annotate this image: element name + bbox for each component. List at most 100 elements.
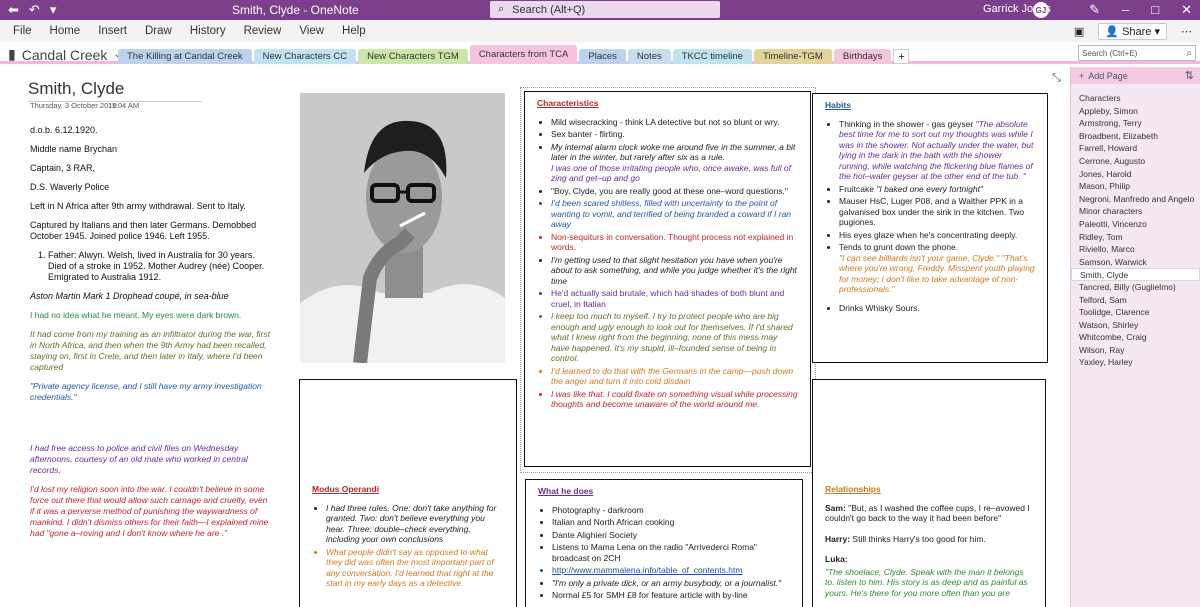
section-tab[interactable]: New Characters TGM bbox=[358, 49, 468, 64]
global-search-input[interactable]: ⌕ Search (Alt+Q) bbox=[490, 1, 720, 18]
list-item: Tends to grunt down the phone."I can see… bbox=[839, 242, 1035, 295]
notebook-bar: ▮ Candal Creek ⌄ The Killing at Candal C… bbox=[0, 42, 1200, 64]
modus-operandi-box[interactable]: Modus Operandi I had three rules. One: d… bbox=[299, 379, 517, 607]
title-bar: ⬅ ↶ ▾ Smith, Clyde - OneNote ⌕ Search (A… bbox=[0, 0, 1200, 20]
section-tab[interactable]: TKCC timeline bbox=[672, 49, 752, 64]
list-item: I'd learned to do that with the Germans … bbox=[551, 366, 798, 387]
police-text: D.S. Waverly Police bbox=[30, 182, 110, 192]
list-item: I was like that. I could fixate on somet… bbox=[551, 389, 798, 410]
section-tab[interactable]: Characters from TCA bbox=[469, 45, 578, 64]
close-icon[interactable]: ✕ bbox=[1181, 2, 1192, 18]
menu-file[interactable]: File bbox=[4, 25, 41, 37]
add-page-button[interactable]: + Add Page ⇅ bbox=[1071, 67, 1200, 84]
menu-draw[interactable]: Draw bbox=[136, 25, 181, 37]
list-item: I'd been scared shitless, filled with un… bbox=[551, 198, 798, 230]
menu-review[interactable]: Review bbox=[235, 25, 291, 37]
page-list-item[interactable]: Armstrong, Terry bbox=[1071, 117, 1200, 130]
mammalena-link[interactable]: http://www.mammalena.info/table_of_conte… bbox=[552, 565, 790, 576]
add-section-button[interactable]: + bbox=[893, 49, 910, 64]
notebook-view-icon[interactable]: ▣ bbox=[1074, 25, 1084, 38]
back-icon[interactable]: ⬅ bbox=[8, 2, 19, 18]
minimize-icon[interactable]: – bbox=[1122, 2, 1129, 18]
section-tab[interactable]: Places bbox=[579, 49, 626, 64]
page-list-item[interactable]: Characters bbox=[1071, 92, 1200, 105]
portrait-illustration bbox=[300, 93, 505, 363]
menu-home[interactable]: Home bbox=[41, 25, 90, 37]
page-list-item[interactable]: Toolidge, Clarence bbox=[1071, 306, 1200, 319]
what-he-does-list: Photography - darkroom Italian and North… bbox=[552, 505, 790, 601]
list-item: Listens to Mama Lena on the radio "Arriv… bbox=[552, 542, 790, 563]
pen-icon[interactable]: ✎ bbox=[1089, 2, 1100, 18]
list-item: Mauser HsC, Luger P08, and a Walther PPK… bbox=[839, 196, 1035, 228]
notebook-selector[interactable]: ▮ Candal Creek ⌄ bbox=[8, 46, 122, 63]
list-item: Drinks Whisky Sours. bbox=[839, 303, 1035, 314]
africa-text: Left in N Africa after 9th army withdraw… bbox=[30, 201, 246, 211]
section-tab[interactable]: Timeline-TGM bbox=[753, 49, 832, 64]
list-item: I'm getting used to that slight hesitati… bbox=[551, 255, 798, 287]
list-item: "I'm only a private dick, or an army bus… bbox=[552, 578, 790, 589]
section-tab[interactable]: Birthdays bbox=[833, 49, 892, 64]
relationship-harry: Harry: Still thinks Harry's too good for… bbox=[825, 533, 986, 544]
character-photo[interactable] bbox=[300, 93, 505, 363]
page-list-item[interactable]: Ridley, Tom bbox=[1071, 231, 1200, 244]
what-he-does-box[interactable]: What he does Photography - darkroom Ital… bbox=[525, 479, 803, 607]
section-tab[interactable]: Notes bbox=[627, 49, 671, 64]
characteristics-list: Mild wisecracking - think LA detective b… bbox=[551, 117, 798, 410]
undo-icon[interactable]: ↶ bbox=[29, 2, 40, 18]
modus-list: I had three rules. One: don't take anyth… bbox=[326, 503, 504, 589]
page-title[interactable]: Smith, Clyde bbox=[28, 79, 202, 102]
ribbon-tabs: File Home Insert Draw History Review Vie… bbox=[0, 20, 1200, 42]
expand-icon[interactable]: ⤡ bbox=[1052, 72, 1061, 85]
page-list-item[interactable]: Broadbent, Elizabeth bbox=[1071, 130, 1200, 143]
list-item: My internal alarm clock woke me around f… bbox=[551, 142, 798, 163]
list-item: Non-sequiturs in conversation. Thought p… bbox=[551, 232, 798, 253]
page-list-item[interactable]: Cerrone, Augusto bbox=[1071, 155, 1200, 168]
files-text: I had free access to police and civil fi… bbox=[30, 443, 248, 475]
section-tab[interactable]: The Killing at Candal Creek bbox=[118, 49, 252, 64]
menu-insert[interactable]: Insert bbox=[89, 25, 136, 37]
page-list-item[interactable]: Smith, Clyde bbox=[1071, 268, 1200, 281]
page-list-item[interactable]: Whitcombe, Craig bbox=[1071, 331, 1200, 344]
page-canvas[interactable]: ⤡ Smith, Clyde Thursday, 3 October 2019 … bbox=[0, 67, 1068, 607]
page-list: Characters Appleby, Simon Armstrong, Ter… bbox=[1071, 84, 1200, 369]
share-button[interactable]: 👤 Share ▾ bbox=[1098, 23, 1167, 40]
section-tab[interactable]: New Characters CC bbox=[253, 49, 357, 64]
list-item: Mild wisecracking - think LA detective b… bbox=[551, 117, 798, 128]
page-list-item[interactable]: Mason, Philip bbox=[1071, 180, 1200, 193]
page-list-item[interactable]: Paleotti, Vincenzo bbox=[1071, 218, 1200, 231]
maximize-icon[interactable]: □ bbox=[1151, 2, 1159, 18]
menu-view[interactable]: View bbox=[290, 25, 333, 37]
page-list-item[interactable]: Wilson, Ray bbox=[1071, 344, 1200, 357]
page-list-item[interactable]: Samson, Warwick bbox=[1071, 256, 1200, 269]
sort-icon[interactable]: ⇅ bbox=[1185, 69, 1194, 82]
eyes-text: I had no idea what he meant. My eyes wer… bbox=[30, 310, 242, 320]
page-list-item[interactable]: Appleby, Simon bbox=[1071, 105, 1200, 118]
page-list-item[interactable]: Riviello, Marco bbox=[1071, 243, 1200, 256]
page-list-item[interactable]: Jones, Harold bbox=[1071, 168, 1200, 181]
page-list-item[interactable]: Yaxley, Harley bbox=[1071, 356, 1200, 369]
page-list-item[interactable]: Tancred, Billy (Guglielmo) bbox=[1071, 281, 1200, 294]
menu-help[interactable]: Help bbox=[333, 25, 375, 37]
page-list-item[interactable]: Watson, Shirley bbox=[1071, 319, 1200, 332]
notebook-search-input[interactable]: Search (Ctrl+E) ⌕ bbox=[1078, 45, 1196, 61]
relationships-box[interactable]: Relationships Sam: "But, as I washed the… bbox=[812, 379, 1046, 607]
avatar[interactable]: GJ bbox=[1033, 2, 1049, 18]
relationship-luka: "The shoelace, Clyde. Speak with the man… bbox=[825, 566, 1028, 598]
page-list-item[interactable]: Farrell, Howard bbox=[1071, 142, 1200, 155]
characteristics-heading: Characteristics bbox=[537, 98, 599, 108]
habits-list: Thinking in the shower - gas geyser "The… bbox=[839, 119, 1035, 314]
left-notes[interactable]: d.o.b. 6.12.1920. Middle name Brychan Ca… bbox=[30, 125, 270, 547]
menu-history[interactable]: History bbox=[181, 25, 235, 37]
plus-icon: + bbox=[1079, 70, 1085, 81]
religion-text: I'd lost my religion soon into the war. … bbox=[30, 484, 269, 538]
search-icon: ⌕ bbox=[1186, 47, 1192, 59]
relationships-heading: Relationships bbox=[825, 484, 881, 494]
page-list-item[interactable]: Minor characters bbox=[1071, 205, 1200, 218]
dropdown-icon[interactable]: ▾ bbox=[50, 2, 57, 18]
characteristics-box[interactable]: Characteristics Mild wisecracking - thin… bbox=[524, 91, 811, 467]
list-item: "Boy, Clyde, you are really good at thes… bbox=[551, 186, 798, 197]
page-list-item[interactable]: Telford, Sam bbox=[1071, 294, 1200, 307]
more-options-icon[interactable]: ⋯ bbox=[1181, 25, 1192, 38]
habits-box[interactable]: Habits Thinking in the shower - gas geys… bbox=[812, 93, 1048, 363]
page-list-item[interactable]: Negroni, Manfredo and Angelo bbox=[1071, 193, 1200, 206]
